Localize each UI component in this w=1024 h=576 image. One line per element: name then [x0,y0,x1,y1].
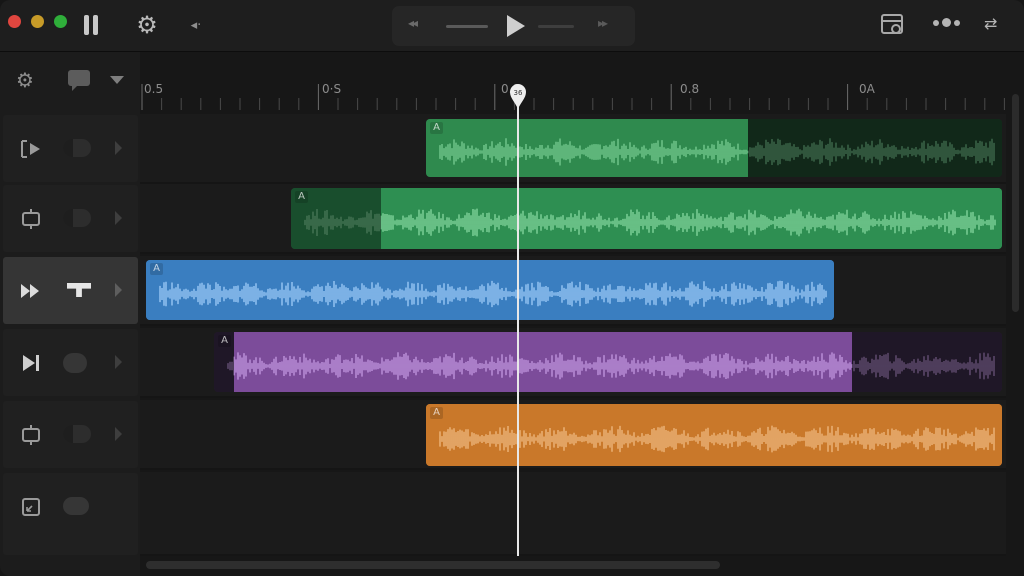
clip-label: A [430,407,443,419]
loop-track-icon [19,207,43,231]
play-track-icon [19,137,43,161]
ruler-ticks [141,84,1005,110]
track-header-5[interactable] [3,401,138,468]
track-header-3[interactable] [3,257,138,324]
playhead-label: 36 [514,89,523,97]
clip-label: A [150,263,163,275]
track-lane-6[interactable] [140,472,1006,556]
track-header-4[interactable] [3,329,138,396]
track-header-6[interactable] [3,473,138,555]
fast-forward-icon [19,279,43,303]
filter-icon[interactable] [67,283,91,297]
skip-back-icon[interactable]: ◂◂ [408,16,418,30]
chevron-right-icon[interactable] [115,211,122,225]
clip-active-region [426,119,748,177]
app-window: ⚙ ◂· ◂◂ ▸▸ ⇄ ⚙ 0.5 0·S 0.8 0.8 0A A A A … [0,0,1024,576]
dots-icon[interactable] [933,18,960,27]
track-toggle[interactable] [63,425,91,443]
swap-icon[interactable]: ⇄ [984,14,1010,34]
chevron-right-icon[interactable] [115,141,122,155]
track-headers-toolbar: ⚙ [0,52,140,110]
horizontal-scrollbar[interactable] [146,561,720,569]
gear-icon[interactable]: ⚙ [134,12,160,38]
audio-clip[interactable]: A [426,404,1002,466]
skip-end-icon [19,351,43,375]
resize-icon [19,495,43,519]
title-bar: ⚙ ◂· ◂◂ ▸▸ ⇄ [0,0,1024,52]
chevron-down-icon[interactable] [110,76,124,84]
ruler-label: 0.8 [680,82,700,96]
track-header-1[interactable] [3,115,138,182]
ruler-label: 0A [859,82,875,96]
comment-icon[interactable] [68,70,90,91]
track-toggle[interactable] [63,139,91,157]
pause-icon[interactable] [80,12,102,38]
audio-clip[interactable]: A [146,260,834,320]
play-icon[interactable] [507,15,525,37]
audio-clip[interactable]: A [214,332,1002,392]
playhead-line[interactable] [517,86,519,556]
zoom-window-button[interactable] [54,15,67,28]
track-toggle[interactable] [63,353,87,373]
gear-icon[interactable]: ⚙ [16,68,34,92]
transport-controls: ◂◂ ▸▸ [392,6,635,46]
clip-inactive-region [852,332,1002,392]
transport-bar-left [446,25,488,28]
clip-label: A [430,122,443,134]
playhead-handle[interactable]: 36 [509,84,527,110]
timeline-ruler[interactable]: 0.5 0·S 0.8 0.8 0A [140,76,1006,112]
vertical-scrollbar[interactable] [1012,94,1019,312]
ruler-label: 0·S [322,82,342,96]
chevron-right-icon[interactable] [115,355,122,369]
loop-track-icon [19,423,43,447]
minimize-window-button[interactable] [31,15,44,28]
browser-icon[interactable] [881,14,903,34]
close-window-button[interactable] [8,15,21,28]
skip-forward-icon[interactable]: ▸▸ [598,16,608,30]
clip-label: A [218,335,231,347]
ruler-label: 0.5 [144,82,164,96]
track-toggle[interactable] [63,497,89,515]
track-header-2[interactable] [3,185,138,252]
track-toggle[interactable] [63,209,91,227]
clip-label: A [295,191,308,203]
rewind-icon[interactable]: ◂· [184,12,208,38]
transport-bar-right [538,25,574,28]
audio-clip[interactable]: A [426,119,1002,177]
chevron-right-icon[interactable] [115,427,122,441]
audio-clip[interactable]: A [291,188,1002,249]
chevron-right-icon[interactable] [115,283,122,297]
clip-inactive-region [748,119,1002,177]
